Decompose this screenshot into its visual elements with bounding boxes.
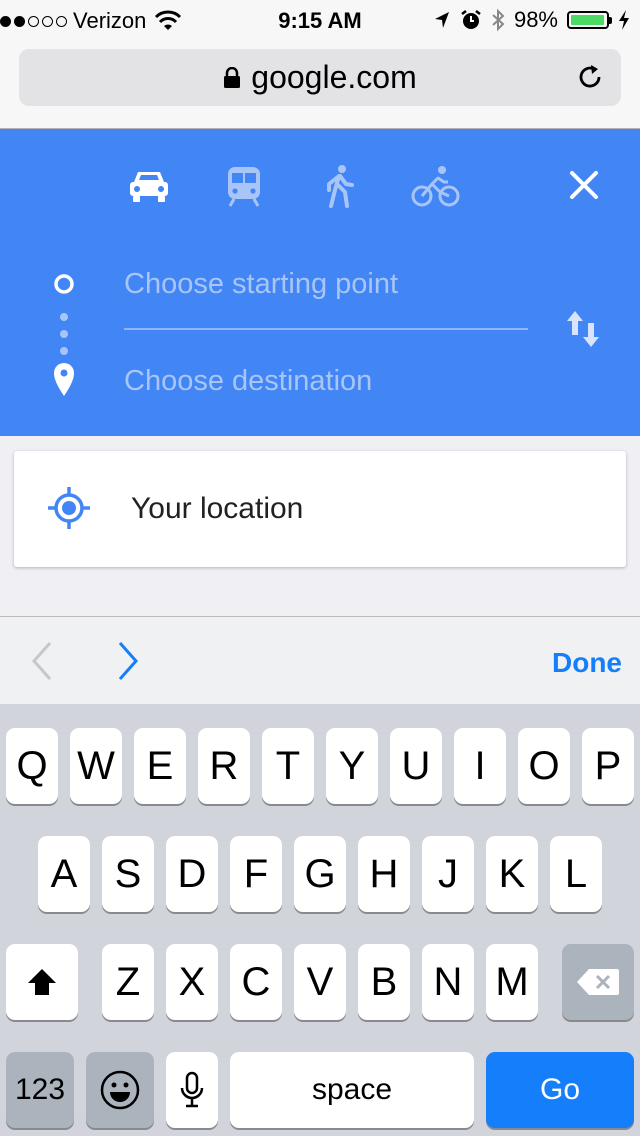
emoji-smiley-icon bbox=[100, 1070, 140, 1110]
key-q[interactable]: Q bbox=[6, 728, 58, 804]
url-text: google.com bbox=[251, 59, 417, 95]
route-dot bbox=[60, 313, 68, 321]
keyboard: Q W E R T Y U I O P A S D F G H J K L Z … bbox=[0, 704, 640, 1136]
car-icon[interactable] bbox=[124, 164, 174, 208]
key-d[interactable]: D bbox=[166, 836, 218, 912]
status-bar: Verizon 9:15 AM 98% bbox=[0, 0, 640, 40]
go-key[interactable]: Go bbox=[486, 1052, 634, 1128]
next-field-chevron-icon[interactable] bbox=[112, 639, 142, 683]
key-h[interactable]: H bbox=[358, 836, 410, 912]
space-key[interactable]: space bbox=[230, 1052, 474, 1128]
microphone-icon bbox=[180, 1071, 204, 1108]
shift-key[interactable] bbox=[6, 944, 78, 1020]
lock-icon bbox=[224, 66, 241, 88]
address-bar[interactable]: google.com bbox=[19, 49, 621, 106]
backspace-icon bbox=[577, 969, 619, 995]
charging-bolt-icon bbox=[619, 10, 629, 30]
key-w[interactable]: W bbox=[70, 728, 122, 804]
walk-icon[interactable] bbox=[315, 164, 365, 208]
key-u[interactable]: U bbox=[390, 728, 442, 804]
route-dot bbox=[60, 347, 68, 355]
emoji-key[interactable] bbox=[86, 1052, 154, 1128]
reload-icon[interactable] bbox=[577, 63, 605, 91]
alarm-icon bbox=[461, 10, 481, 29]
delete-key[interactable] bbox=[562, 944, 634, 1020]
battery-percent: 98% bbox=[513, 7, 558, 32]
key-o[interactable]: O bbox=[518, 728, 570, 804]
key-j[interactable]: J bbox=[422, 836, 474, 912]
key-l[interactable]: L bbox=[550, 836, 602, 912]
status-right: 98% bbox=[433, 7, 630, 33]
previous-field-chevron-icon[interactable] bbox=[28, 639, 58, 683]
key-s[interactable]: S bbox=[102, 836, 154, 912]
key-m[interactable]: M bbox=[486, 944, 538, 1020]
route-dot bbox=[60, 330, 68, 338]
done-button[interactable]: Done bbox=[552, 647, 622, 679]
location-arrow-icon bbox=[434, 12, 449, 28]
shift-arrow-icon bbox=[28, 969, 56, 995]
browser-toolbar: google.com bbox=[0, 40, 640, 129]
key-b[interactable]: B bbox=[358, 944, 410, 1020]
directions-panel bbox=[0, 129, 640, 436]
swap-directions-icon[interactable] bbox=[563, 309, 603, 349]
key-k[interactable]: K bbox=[486, 836, 538, 912]
key-p[interactable]: P bbox=[582, 728, 634, 804]
key-a[interactable]: A bbox=[38, 836, 90, 912]
destination-input[interactable] bbox=[124, 351, 528, 411]
close-icon[interactable] bbox=[566, 167, 602, 203]
input-divider bbox=[124, 328, 528, 330]
transit-icon[interactable] bbox=[219, 164, 269, 208]
key-e[interactable]: E bbox=[134, 728, 186, 804]
keyboard-accessory-bar: Done bbox=[0, 616, 640, 705]
battery-level bbox=[571, 15, 605, 25]
your-location-suggestion[interactable]: Your location bbox=[14, 451, 626, 567]
my-location-icon bbox=[48, 487, 90, 529]
key-r[interactable]: R bbox=[198, 728, 250, 804]
route-markers bbox=[54, 274, 74, 396]
key-c[interactable]: C bbox=[230, 944, 282, 1020]
key-z[interactable]: Z bbox=[102, 944, 154, 1020]
key-n[interactable]: N bbox=[422, 944, 474, 1020]
key-t[interactable]: T bbox=[262, 728, 314, 804]
key-v[interactable]: V bbox=[294, 944, 346, 1020]
key-i[interactable]: I bbox=[454, 728, 506, 804]
bicycle-icon[interactable] bbox=[410, 164, 460, 208]
numbers-key[interactable]: 123 bbox=[6, 1052, 74, 1128]
dictation-key[interactable] bbox=[166, 1052, 218, 1128]
destination-pin-icon bbox=[54, 363, 74, 396]
key-y[interactable]: Y bbox=[326, 728, 378, 804]
battery-icon bbox=[567, 11, 612, 29]
key-f[interactable]: F bbox=[230, 836, 282, 912]
key-x[interactable]: X bbox=[166, 944, 218, 1020]
your-location-label: Your location bbox=[131, 492, 304, 525]
starting-point-input[interactable] bbox=[124, 254, 528, 314]
key-g[interactable]: G bbox=[294, 836, 346, 912]
start-point-icon bbox=[54, 274, 74, 294]
bluetooth-icon bbox=[492, 8, 505, 32]
